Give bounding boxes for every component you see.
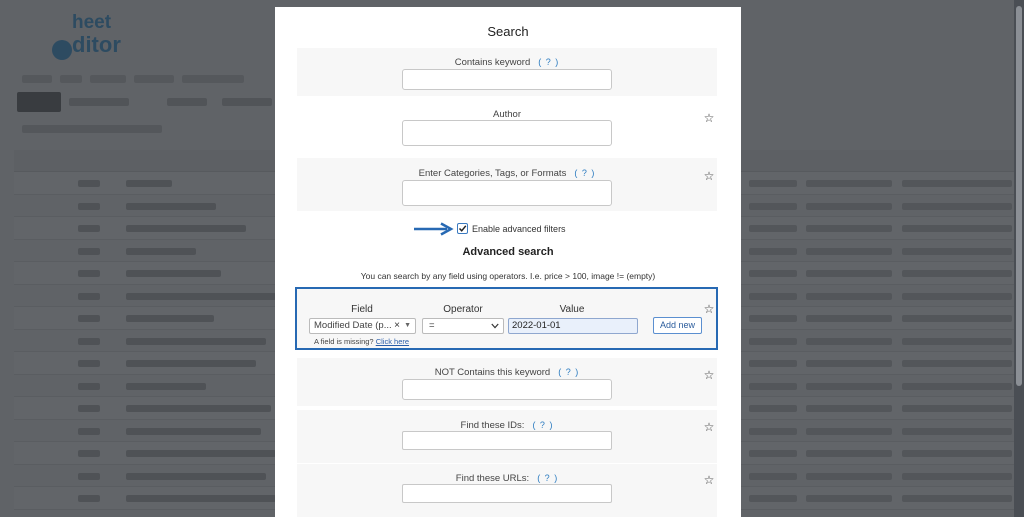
find-ids-help-link[interactable]: ( ? ) xyxy=(532,420,553,430)
categories-help-link[interactable]: ( ? ) xyxy=(574,168,595,178)
not-contains-section: NOT Contains this keyword ( ? ) xyxy=(297,358,717,406)
x-icon[interactable]: × xyxy=(394,319,400,333)
value-input[interactable]: 2022-01-01 xyxy=(508,318,638,334)
advanced-search-title: Advanced search xyxy=(462,246,554,258)
find-ids-textarea[interactable] xyxy=(402,431,612,450)
find-urls-star-icon[interactable]: ☆ xyxy=(703,474,715,486)
author-label: Author xyxy=(493,109,521,120)
advanced-filters-label[interactable]: Enable advanced filters xyxy=(472,224,566,234)
contains-keyword-help-link[interactable]: ( ? ) xyxy=(538,57,559,67)
contains-keyword-label: Contains keyword xyxy=(454,57,531,68)
advanced-search-description: You can search by any field using operat… xyxy=(360,271,656,281)
find-ids-section: Find these IDs: ( ? ) xyxy=(297,410,717,463)
field-missing-text: A field is missing? xyxy=(314,337,374,346)
not-contains-help-link[interactable]: ( ? ) xyxy=(558,367,579,377)
search-modal: Search Contains keyword ( ? ) Author ☆ En… xyxy=(275,7,741,517)
not-contains-label: NOT Contains this keyword xyxy=(434,367,551,378)
advanced-search-star-icon[interactable]: ☆ xyxy=(703,303,715,315)
contains-keyword-section: Contains keyword ( ? ) xyxy=(297,48,717,96)
categories-input[interactable] xyxy=(402,180,612,206)
field-column-header: Field xyxy=(351,304,373,315)
checkmark-icon xyxy=(458,225,467,232)
find-ids-star-icon[interactable]: ☆ xyxy=(703,421,715,433)
click-here-link[interactable]: Click here xyxy=(376,337,409,346)
categories-section: Enter Categories, Tags, or Formats ( ? ) xyxy=(297,158,717,211)
arrow-right-icon xyxy=(414,222,454,236)
find-urls-help-link[interactable]: ( ? ) xyxy=(537,473,558,483)
page-scrollbar[interactable] xyxy=(1014,0,1024,517)
operator-select[interactable]: = xyxy=(422,318,504,334)
author-star-icon[interactable]: ☆ xyxy=(703,112,715,124)
find-urls-textarea[interactable] xyxy=(402,484,612,503)
modal-title: Search xyxy=(487,24,529,39)
advanced-search-panel: Field Operator Value Modified Date (p...… xyxy=(295,287,718,350)
categories-label: Enter Categories, Tags, or Formats xyxy=(418,168,567,179)
chevron-down-icon xyxy=(491,323,499,329)
value-column-header: Value xyxy=(559,304,585,315)
find-urls-section: Find these URLs: ( ? ) xyxy=(297,464,717,517)
operator-select-value: = xyxy=(429,320,435,331)
field-missing-note: A field is missing? Click here xyxy=(314,337,409,346)
scrollbar-thumb[interactable] xyxy=(1016,6,1022,386)
author-input[interactable] xyxy=(402,120,612,146)
author-section: Author xyxy=(297,100,717,155)
not-contains-input[interactable] xyxy=(402,379,612,400)
find-ids-label: Find these IDs: xyxy=(460,420,525,431)
categories-star-icon[interactable]: ☆ xyxy=(703,170,715,182)
field-select-value: Modified Date (p... xyxy=(314,320,392,331)
add-new-button[interactable]: Add new xyxy=(653,317,702,334)
caret-down-icon[interactable]: ▼ xyxy=(404,319,411,333)
not-contains-star-icon[interactable]: ☆ xyxy=(703,369,715,381)
advanced-filters-row: Enable advanced filters xyxy=(275,222,741,238)
advanced-filters-checkbox[interactable] xyxy=(457,223,468,234)
field-select[interactable]: Modified Date (p... × ▼ xyxy=(309,318,416,334)
operator-column-header: Operator xyxy=(443,304,483,315)
contains-keyword-input[interactable] xyxy=(402,69,612,90)
find-urls-label: Find these URLs: xyxy=(455,473,530,484)
